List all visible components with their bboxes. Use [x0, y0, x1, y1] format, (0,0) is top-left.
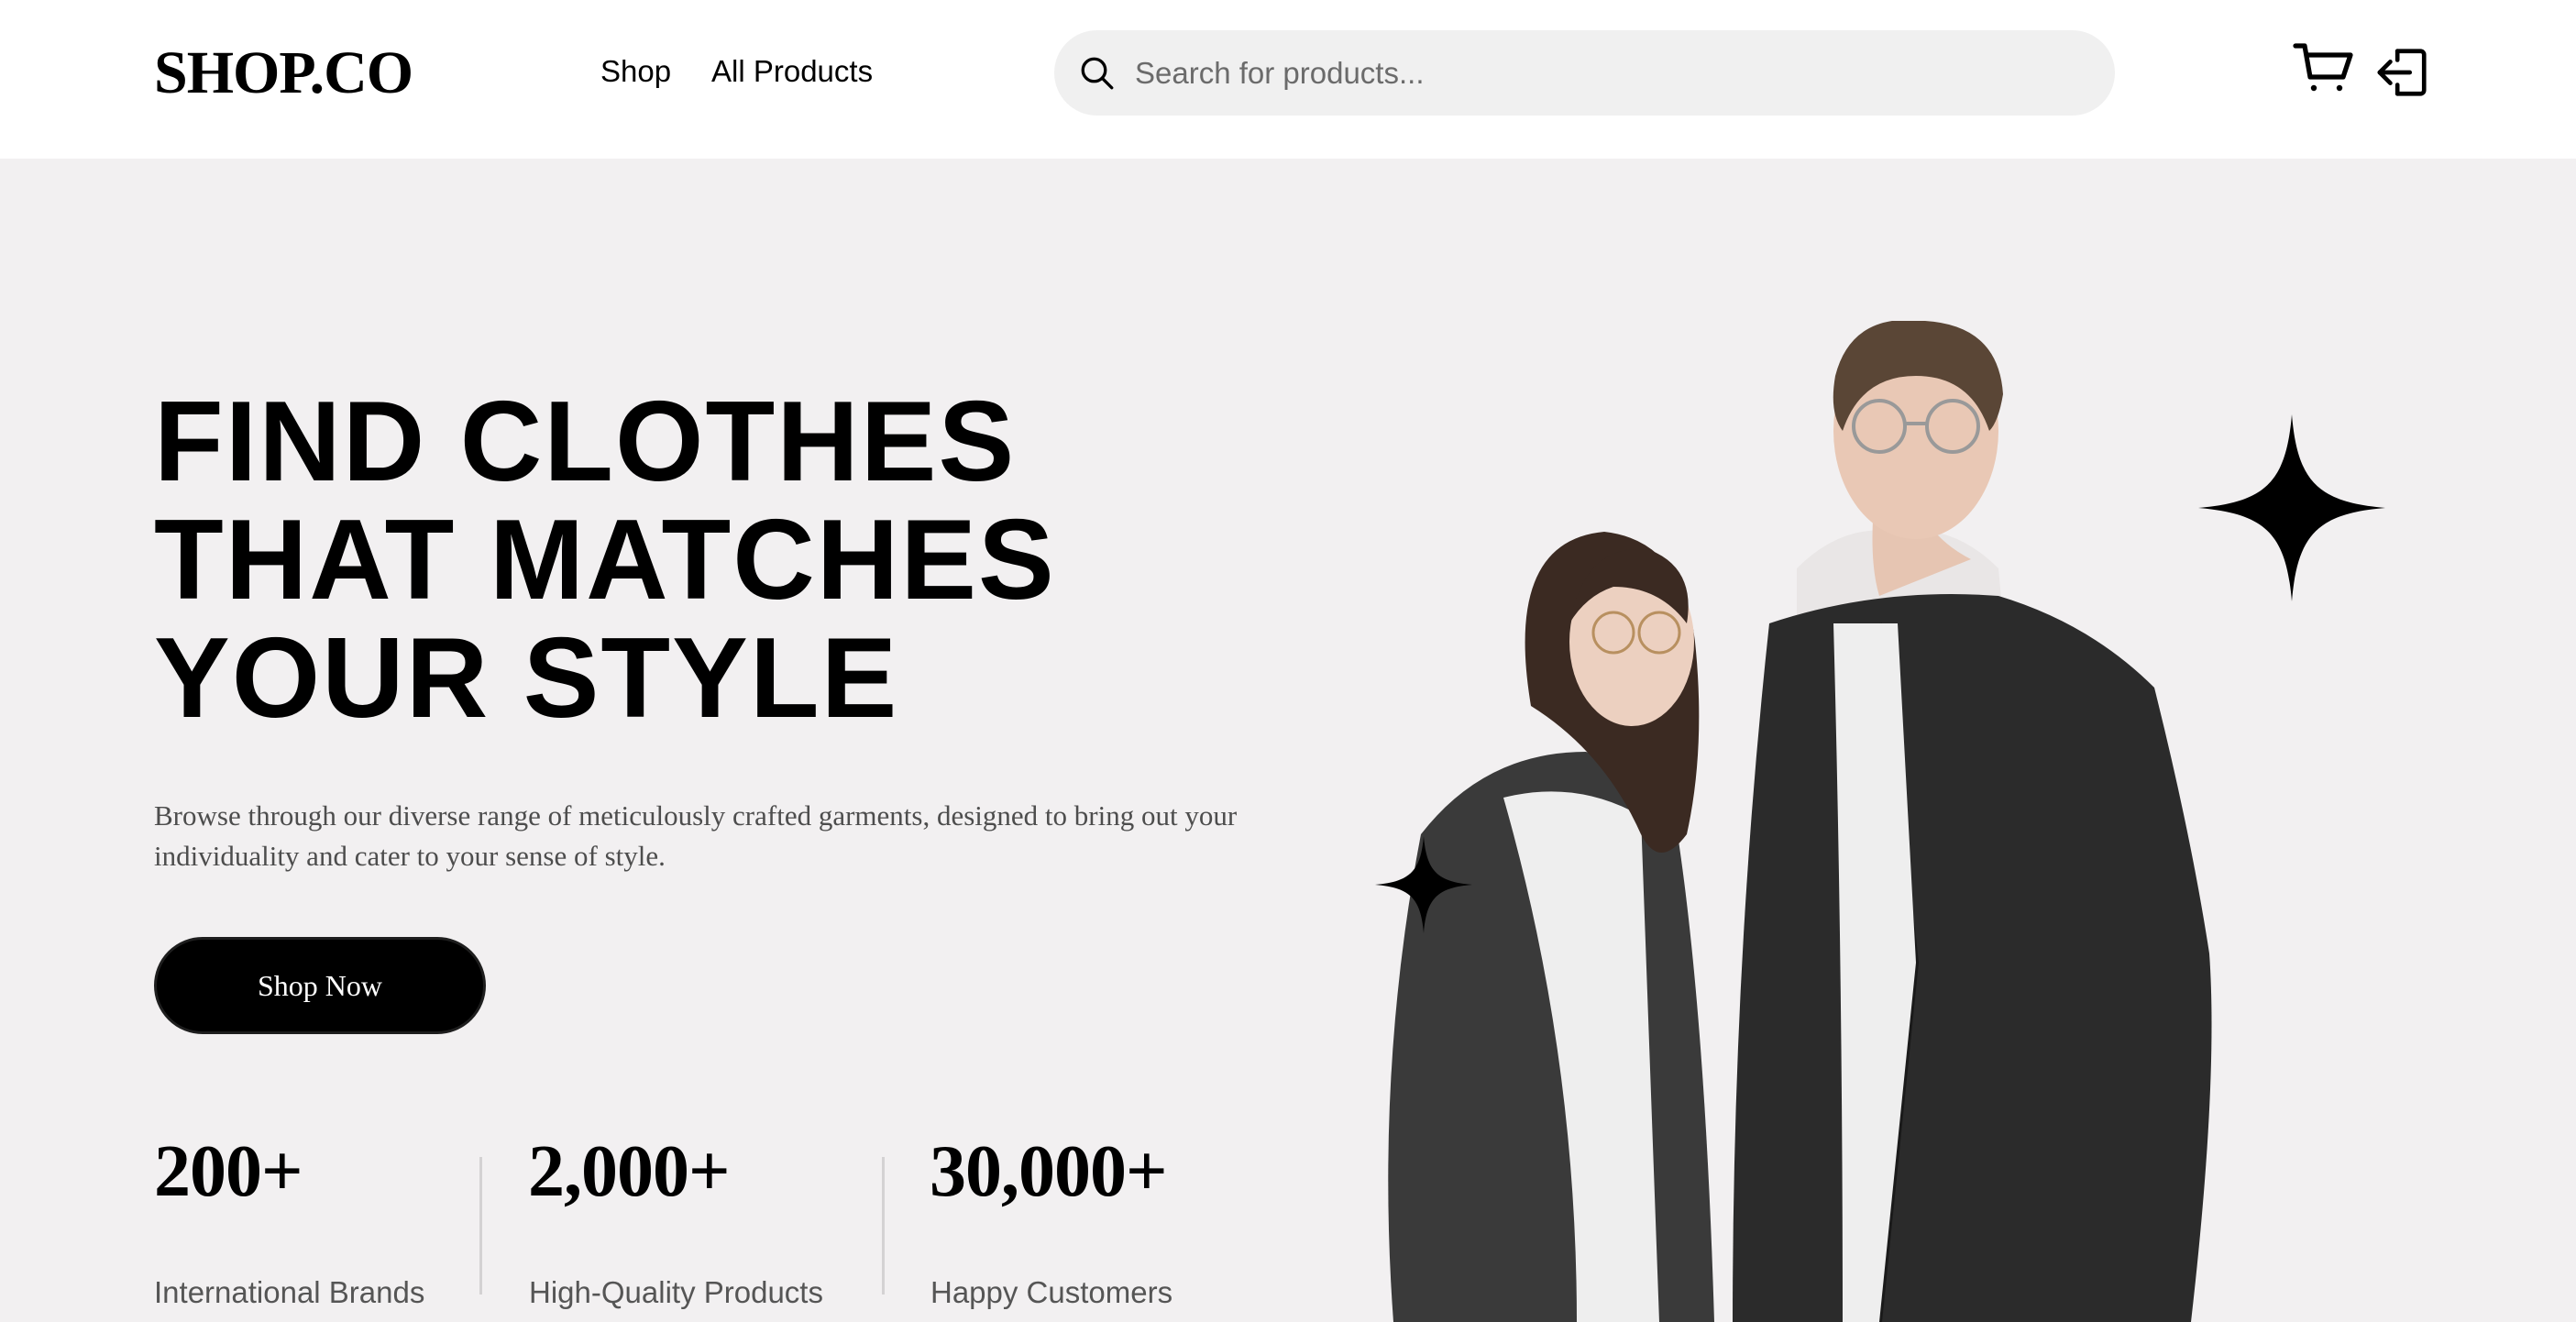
- shop-now-button[interactable]: Shop Now: [154, 937, 486, 1034]
- brand-logo[interactable]: SHOP.CO: [154, 37, 413, 110]
- stat-products-label: High-Quality Products: [529, 1275, 823, 1309]
- login-icon[interactable]: [2374, 44, 2431, 101]
- hero-title-line-3: YOUR STYLE: [154, 615, 899, 742]
- hero-title: FIND CLOTHES THAT MATCHES YOUR STYLE: [154, 383, 1056, 738]
- stat-customers-label: Happy Customers: [930, 1275, 1173, 1309]
- stat-brands-value: 200+: [154, 1131, 303, 1212]
- nav-link-all-products[interactable]: All Products: [711, 51, 873, 92]
- sparkle-icon: [1375, 836, 1472, 933]
- stat-divider: [882, 1157, 885, 1294]
- nav-link-shop[interactable]: Shop: [600, 51, 671, 92]
- sparkle-icon: [2198, 414, 2385, 601]
- stat-brands-label: International Brands: [154, 1275, 425, 1309]
- hero-title-line-1: FIND CLOTHES: [154, 379, 1017, 505]
- stat-customers-value: 30,000+: [930, 1131, 1168, 1212]
- search-bar: [1054, 30, 2115, 116]
- hero-title-line-2: THAT MATCHES: [154, 497, 1056, 623]
- stat-divider: [479, 1157, 482, 1294]
- search-icon[interactable]: [1078, 54, 1117, 93]
- hero-description: Browse through our diverse range of meti…: [154, 799, 1238, 872]
- top-navigation-bar: SHOP.CO Shop All Products: [0, 0, 2576, 159]
- search-input[interactable]: [1135, 30, 2088, 116]
- cart-icon[interactable]: [2292, 39, 2358, 97]
- stat-products-value: 2,000+: [528, 1131, 731, 1212]
